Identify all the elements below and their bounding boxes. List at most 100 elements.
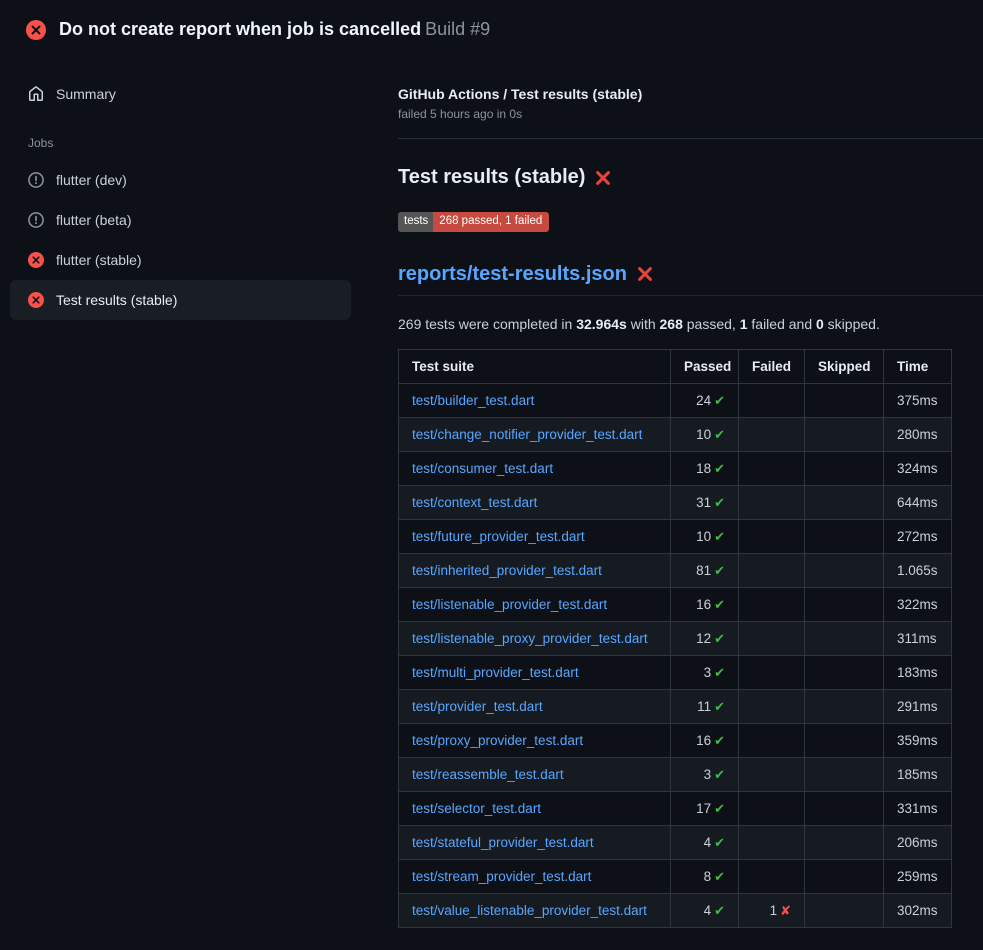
test-suite-link[interactable]: test/stream_provider_test.dart: [412, 869, 591, 884]
cell-passed: 11✔: [671, 689, 739, 723]
passed-count: 16: [696, 733, 711, 748]
cell-time: 322ms: [884, 587, 952, 621]
summary-passed-count: 268: [660, 316, 683, 332]
badge-value: 268 passed, 1 failed: [433, 212, 549, 232]
home-icon: [28, 86, 44, 102]
cross-mark-icon: [594, 169, 612, 187]
test-suite-link[interactable]: test/value_listenable_provider_test.dart: [412, 903, 647, 918]
cell-skipped: [805, 485, 884, 519]
check-icon: ✔: [714, 393, 725, 408]
check-icon: ✔: [714, 597, 725, 612]
cell-time: 331ms: [884, 791, 952, 825]
test-suite-link[interactable]: test/reassemble_test.dart: [412, 767, 564, 782]
check-title: Test results (stable): [398, 166, 983, 189]
passed-count: 10: [696, 529, 711, 544]
passed-count: 31: [696, 495, 711, 510]
test-suite-link[interactable]: test/selector_test.dart: [412, 801, 541, 816]
sidebar-item-flutter-dev[interactable]: flutter (dev): [10, 160, 351, 200]
cell-failed: [739, 621, 805, 655]
col-header-failed: Failed: [739, 349, 805, 383]
test-summary: 269 tests were completed in 32.964s with…: [398, 316, 983, 332]
table-row: test/provider_test.dart 11✔ 291ms: [399, 689, 952, 723]
test-suite-link[interactable]: test/listenable_proxy_provider_test.dart: [412, 631, 648, 646]
sidebar-item-flutter-beta[interactable]: flutter (beta): [10, 200, 351, 240]
sidebar-item-summary[interactable]: Summary: [10, 76, 351, 112]
cross-icon: ✘: [780, 903, 791, 918]
passed-count: 24: [696, 393, 711, 408]
table-row: test/stateful_provider_test.dart 4✔ 206m…: [399, 825, 952, 859]
sidebar-item-label: flutter (stable): [56, 252, 142, 268]
check-icon: ✔: [714, 835, 725, 850]
report-file-link[interactable]: reports/test-results.json: [398, 263, 627, 286]
summary-text: 269 tests were completed in: [398, 316, 576, 332]
sidebar-item-label: flutter (beta): [56, 212, 131, 228]
cell-skipped: [805, 757, 884, 791]
table-row: test/value_listenable_provider_test.dart…: [399, 893, 952, 927]
test-suite-link[interactable]: test/inherited_provider_test.dart: [412, 563, 602, 578]
header-title-row: Do not create report when job is cancell…: [59, 19, 490, 41]
cell-suite: test/change_notifier_provider_test.dart: [399, 417, 671, 451]
cell-suite: test/builder_test.dart: [399, 383, 671, 417]
sidebar-item-test-results-stable[interactable]: Test results (stable): [10, 280, 351, 320]
check-icon: ✔: [714, 869, 725, 884]
table-row: test/inherited_provider_test.dart 81✔ 1.…: [399, 553, 952, 587]
cell-suite: test/stateful_provider_test.dart: [399, 825, 671, 859]
test-suite-link[interactable]: test/builder_test.dart: [412, 393, 534, 408]
cell-failed: [739, 655, 805, 689]
sidebar: Summary Jobs flutter (dev) flutter (beta…: [0, 56, 365, 320]
jobs-heading: Jobs: [10, 122, 351, 160]
cell-skipped: [805, 383, 884, 417]
build-number: Build #9: [425, 19, 490, 39]
cell-passed: 8✔: [671, 859, 739, 893]
test-suite-link[interactable]: test/change_notifier_provider_test.dart: [412, 427, 642, 442]
cross-mark-icon: [636, 265, 654, 283]
breadcrumb: GitHub Actions / Test results (stable): [398, 86, 983, 102]
summary-text: skipped.: [824, 316, 880, 332]
cell-suite: test/provider_test.dart: [399, 689, 671, 723]
cell-failed: [739, 485, 805, 519]
cell-skipped: [805, 451, 884, 485]
test-suite-link[interactable]: test/provider_test.dart: [412, 699, 543, 714]
test-suite-link[interactable]: test/future_provider_test.dart: [412, 529, 585, 544]
test-suite-link[interactable]: test/context_test.dart: [412, 495, 537, 510]
check-icon: ✔: [714, 563, 725, 578]
sidebar-item-flutter-stable[interactable]: flutter (stable): [10, 240, 351, 280]
test-suite-link[interactable]: test/proxy_provider_test.dart: [412, 733, 583, 748]
table-row: test/change_notifier_provider_test.dart …: [399, 417, 952, 451]
test-suite-link[interactable]: test/consumer_test.dart: [412, 461, 553, 476]
cell-passed: 18✔: [671, 451, 739, 485]
check-icon: ✔: [714, 665, 725, 680]
cell-passed: 16✔: [671, 723, 739, 757]
cell-time: 644ms: [884, 485, 952, 519]
cell-skipped: [805, 859, 884, 893]
divider: [398, 138, 983, 139]
report-title: reports/test-results.json: [398, 263, 983, 296]
cell-suite: test/listenable_proxy_provider_test.dart: [399, 621, 671, 655]
cell-time: 259ms: [884, 859, 952, 893]
cell-passed: 17✔: [671, 791, 739, 825]
cell-suite: test/consumer_test.dart: [399, 451, 671, 485]
cell-suite: test/context_test.dart: [399, 485, 671, 519]
check-icon: ✔: [714, 495, 725, 510]
main-content: GitHub Actions / Test results (stable) f…: [365, 56, 983, 950]
results-table: Test suite Passed Failed Skipped Time te…: [398, 349, 952, 928]
sidebar-item-label: Test results (stable): [56, 292, 177, 308]
col-header-test-suite: Test suite: [399, 349, 671, 383]
page-title: Do not create report when job is cancell…: [59, 19, 421, 39]
cell-suite: test/future_provider_test.dart: [399, 519, 671, 553]
cell-time: 311ms: [884, 621, 952, 655]
cell-skipped: [805, 689, 884, 723]
test-suite-link[interactable]: test/stateful_provider_test.dart: [412, 835, 594, 850]
test-suite-link[interactable]: test/multi_provider_test.dart: [412, 665, 579, 680]
table-row: test/multi_provider_test.dart 3✔ 183ms: [399, 655, 952, 689]
cell-passed: 4✔: [671, 825, 739, 859]
cell-time: 302ms: [884, 893, 952, 927]
cell-time: 272ms: [884, 519, 952, 553]
check-icon: ✔: [714, 631, 725, 646]
cell-suite: test/value_listenable_provider_test.dart: [399, 893, 671, 927]
check-icon: ✔: [714, 529, 725, 544]
cell-passed: 3✔: [671, 757, 739, 791]
test-suite-link[interactable]: test/listenable_provider_test.dart: [412, 597, 607, 612]
cell-skipped: [805, 621, 884, 655]
passed-count: 10: [696, 427, 711, 442]
